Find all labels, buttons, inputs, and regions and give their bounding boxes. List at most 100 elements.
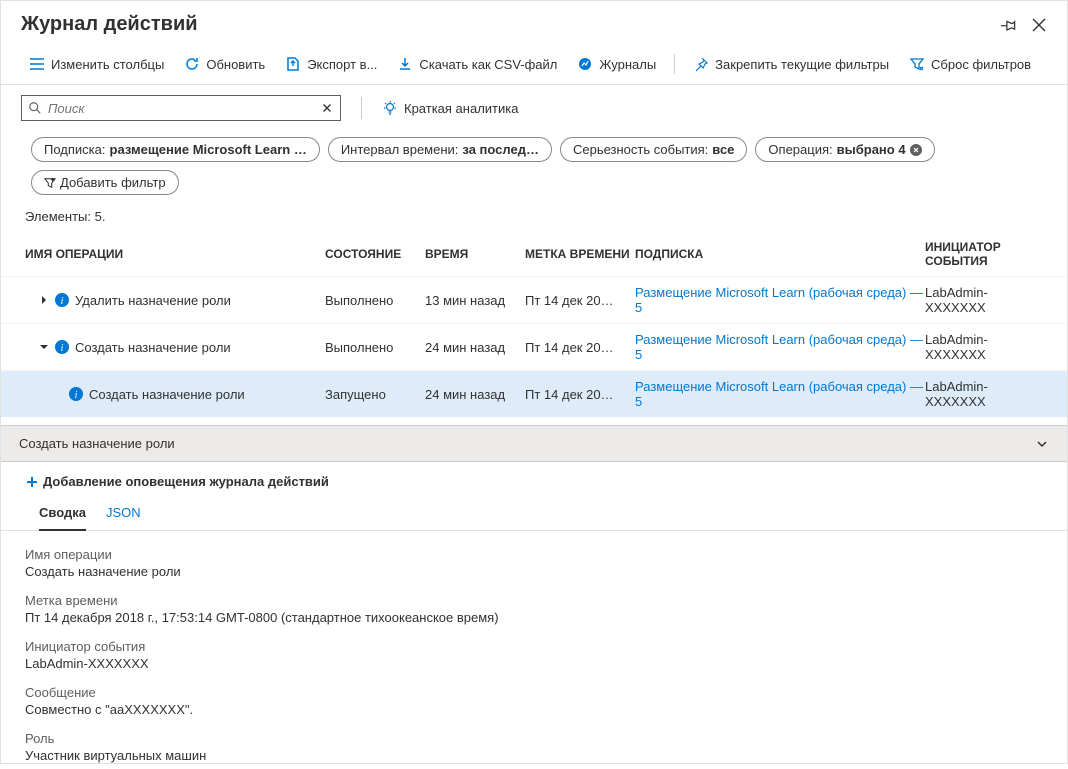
detail-message-label: Сообщение bbox=[25, 685, 1043, 700]
section-title: Создать назначение роли bbox=[19, 436, 175, 451]
quick-insights-button[interactable]: Краткая аналитика bbox=[382, 100, 518, 116]
filter-timespan-key: Интервал времени: bbox=[341, 142, 459, 157]
logs-label: Журналы bbox=[599, 57, 656, 72]
detail-initiator-value: LabAdmin-XXXXXXX bbox=[25, 656, 1043, 671]
detail-timestamp-value: Пт 14 декабря 2018 г., 17:53:14 GMT-0800… bbox=[25, 610, 1043, 625]
filter-timespan-value: за послед… bbox=[462, 142, 539, 157]
pin-filters-button[interactable]: Закрепить текущие фильтры bbox=[685, 50, 897, 78]
table-row[interactable]: i Удалить назначение роли Выполнено 13 м… bbox=[1, 276, 1067, 323]
svg-text:i: i bbox=[61, 343, 64, 354]
filter-operation-key: Операция: bbox=[768, 142, 832, 157]
elements-count: Элементы: 5. bbox=[1, 201, 1067, 232]
row-timestamp: Пт 14 дек 20… bbox=[525, 293, 635, 308]
chevron-right-icon[interactable] bbox=[39, 295, 49, 305]
col-header-status[interactable]: СОСТОЯНИЕ bbox=[325, 247, 425, 261]
info-icon: i bbox=[55, 340, 69, 354]
search-input-container[interactable] bbox=[21, 95, 341, 121]
refresh-button[interactable]: Обновить bbox=[176, 50, 273, 78]
table-header: ИМЯ ОПЕРАЦИИ СОСТОЯНИЕ ВРЕМЯ МЕТКА ВРЕМЕ… bbox=[1, 232, 1067, 276]
columns-icon bbox=[29, 56, 45, 72]
filter-severity-value: все bbox=[712, 142, 734, 157]
row-timestamp: Пт 14 дек 20… bbox=[525, 387, 635, 402]
filter-subscription[interactable]: Подписка: размещение Microsoft Learn … bbox=[31, 137, 320, 162]
add-filter-button[interactable]: Добавить фильтр bbox=[31, 170, 179, 195]
lightbulb-icon bbox=[382, 100, 398, 116]
logs-icon bbox=[577, 56, 593, 72]
filter-operation[interactable]: Операция: выбрано 4 bbox=[755, 137, 934, 162]
toolbar-separator bbox=[674, 54, 675, 74]
row-time: 13 мин назад bbox=[425, 293, 525, 308]
filter-subscription-value: размещение Microsoft Learn … bbox=[110, 142, 307, 157]
pin-icon bbox=[693, 56, 709, 72]
download-csv-button[interactable]: Скачать как CSV-файл bbox=[389, 50, 565, 78]
info-icon: i bbox=[69, 387, 83, 401]
detail-initiator-label: Инициатор события bbox=[25, 639, 1043, 654]
plus-icon bbox=[25, 475, 39, 489]
col-header-initiator[interactable]: ИНИЦИАТОР СОБЫТИЯ bbox=[925, 240, 1043, 268]
pin-icon[interactable] bbox=[1001, 17, 1017, 33]
edit-columns-label: Изменить столбцы bbox=[51, 57, 164, 72]
row-status: Запущено bbox=[325, 387, 425, 402]
search-icon bbox=[28, 101, 42, 115]
detail-message-value: Совместно с "aaXXXXXXX". bbox=[25, 702, 1043, 717]
col-header-timestamp[interactable]: МЕТКА ВРЕМЕНИ bbox=[525, 247, 635, 261]
filter-timespan[interactable]: Интервал времени: за послед… bbox=[328, 137, 552, 162]
table-row[interactable]: i Создать назначение роли Запущено 24 ми… bbox=[1, 370, 1067, 417]
detail-role-value: Участник виртуальных машин bbox=[25, 748, 1043, 763]
row-subscription-link[interactable]: Размещение Microsoft Learn (рабочая сред… bbox=[635, 285, 925, 315]
col-header-subscription[interactable]: ПОДПИСКА bbox=[635, 247, 925, 261]
export-label: Экспорт в... bbox=[307, 57, 377, 72]
col-header-time[interactable]: ВРЕМЯ bbox=[425, 247, 525, 261]
row-subscription-link[interactable]: Размещение Microsoft Learn (рабочая сред… bbox=[635, 379, 925, 409]
chevron-down-icon[interactable] bbox=[39, 342, 49, 352]
row-timestamp: Пт 14 дек 20… bbox=[525, 340, 635, 355]
page-title: Журнал действий bbox=[21, 13, 1001, 36]
reset-filters-button[interactable]: Сброс фильтров bbox=[901, 50, 1039, 78]
filter-subscription-key: Подписка: bbox=[44, 142, 106, 157]
separator bbox=[361, 97, 362, 119]
row-initiator: LabAdmin-XXXXXXX bbox=[925, 332, 1043, 362]
row-initiator: LabAdmin-XXXXXXX bbox=[925, 285, 1043, 315]
row-operation: Удалить назначение роли bbox=[75, 293, 231, 308]
add-alert-button[interactable]: Добавление оповещения журнала действий bbox=[1, 462, 1067, 501]
download-icon bbox=[397, 56, 413, 72]
info-icon: i bbox=[55, 293, 69, 307]
add-filter-label: Добавить фильтр bbox=[60, 175, 166, 190]
row-status: Выполнено bbox=[325, 293, 425, 308]
detail-timestamp-label: Метка времени bbox=[25, 593, 1043, 608]
details-section-header[interactable]: Создать назначение роли bbox=[1, 425, 1067, 462]
edit-columns-button[interactable]: Изменить столбцы bbox=[21, 50, 172, 78]
svg-text:i: i bbox=[75, 390, 78, 401]
filter-operation-value: выбрано 4 bbox=[837, 142, 906, 157]
table-row[interactable]: i Создать назначение роли Выполнено 24 м… bbox=[1, 323, 1067, 370]
export-icon bbox=[285, 56, 301, 72]
filter-severity[interactable]: Серьезность события: все bbox=[560, 137, 747, 162]
tab-summary[interactable]: Сводка bbox=[39, 501, 86, 530]
remove-filter-icon[interactable] bbox=[910, 144, 922, 156]
export-button[interactable]: Экспорт в... bbox=[277, 50, 385, 78]
filter-reset-icon bbox=[909, 56, 925, 72]
row-time: 24 мин назад bbox=[425, 340, 525, 355]
row-status: Выполнено bbox=[325, 340, 425, 355]
tab-json[interactable]: JSON bbox=[106, 501, 141, 530]
col-header-operation[interactable]: ИМЯ ОПЕРАЦИИ bbox=[25, 247, 325, 261]
reset-filters-label: Сброс фильтров bbox=[931, 57, 1031, 72]
row-initiator: LabAdmin-XXXXXXX bbox=[925, 379, 1043, 409]
row-subscription-link[interactable]: Размещение Microsoft Learn (рабочая сред… bbox=[635, 332, 925, 362]
logs-button[interactable]: Журналы bbox=[569, 50, 664, 78]
clear-icon[interactable] bbox=[320, 101, 334, 115]
add-filter-icon bbox=[44, 177, 56, 189]
row-time: 24 мин назад bbox=[425, 387, 525, 402]
refresh-label: Обновить bbox=[206, 57, 265, 72]
svg-text:i: i bbox=[61, 296, 64, 307]
row-operation: Создать назначение роли bbox=[75, 340, 231, 355]
quick-insights-label: Краткая аналитика bbox=[404, 101, 518, 116]
row-operation: Создать назначение роли bbox=[89, 387, 245, 402]
detail-role-label: Роль bbox=[25, 731, 1043, 746]
refresh-icon bbox=[184, 56, 200, 72]
detail-operation-label: Имя операции bbox=[25, 547, 1043, 562]
download-csv-label: Скачать как CSV-файл bbox=[419, 57, 557, 72]
close-icon[interactable] bbox=[1031, 17, 1047, 33]
search-input[interactable] bbox=[42, 101, 320, 116]
detail-operation-value: Создать назначение роли bbox=[25, 564, 1043, 579]
